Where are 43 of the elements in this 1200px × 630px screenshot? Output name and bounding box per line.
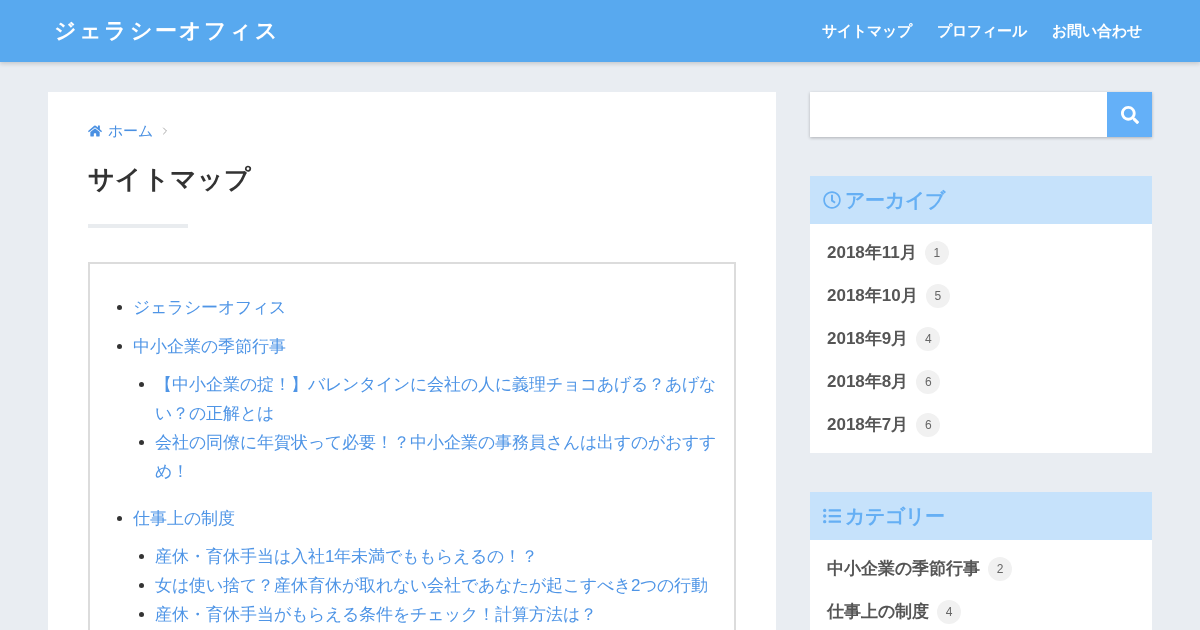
bullet-icon xyxy=(117,344,122,349)
bullet-icon xyxy=(117,516,122,521)
count-badge: 4 xyxy=(916,326,941,351)
count-badge: 5 xyxy=(925,283,950,308)
count-badge: 4 xyxy=(937,599,961,624)
sitemap-link[interactable]: 女は使い捨て？産休育休が取れない会社であなたが起こすべき2つの行動 xyxy=(155,571,718,600)
page-title: サイトマップ xyxy=(88,163,253,196)
bullet-icon xyxy=(139,554,144,559)
home-icon xyxy=(88,124,102,138)
widget-title: アーカイブ xyxy=(845,187,945,213)
bullet-icon xyxy=(139,382,144,387)
bullet-icon xyxy=(139,583,144,588)
sitemap-link[interactable]: 産休・育休手当は入社1年未満でももらえるの！？ xyxy=(155,542,718,571)
sitemap-link[interactable]: 会社の同僚に年賀状って必要！？中小企業の事務員さんは出すのがおすすめ！ xyxy=(155,428,718,486)
bullet-icon xyxy=(117,305,122,310)
nav-link[interactable]: お問い合わせ xyxy=(1052,21,1142,41)
archive-link[interactable]: 2018年7月 xyxy=(827,413,909,436)
search-button[interactable] xyxy=(1107,92,1152,137)
search-icon xyxy=(1120,105,1139,124)
nav-link[interactable]: プロフィール xyxy=(937,21,1027,41)
bullet-icon xyxy=(139,440,144,445)
archive-link[interactable]: 2018年10月 xyxy=(827,284,918,307)
sitemap-link[interactable]: ジェラシーオフィス xyxy=(133,293,718,322)
archive-link[interactable]: 2018年9月 xyxy=(827,327,909,350)
site-logo[interactable]: ジェラシーオフィス xyxy=(54,16,280,46)
sitemap-link[interactable]: 仕事上の制度 xyxy=(133,504,718,533)
bullet-icon xyxy=(139,612,144,617)
count-badge: 6 xyxy=(916,369,941,394)
count-badge: 1 xyxy=(924,240,949,265)
breadcrumb-link[interactable]: ホーム xyxy=(108,121,153,141)
nav-link[interactable]: サイトマップ xyxy=(822,21,912,41)
sitemap-link[interactable]: 産休・育休手当がもらえる条件をチェック！計算方法は？ xyxy=(155,600,718,629)
sitemap-link[interactable]: 【中小企業の掟！】バレンタインに会社の人に義理チョコあげる？あげない？の正解とは xyxy=(155,370,718,428)
category-link[interactable]: 中小企業の季節行事 xyxy=(827,557,980,580)
count-badge: 6 xyxy=(916,412,941,437)
sitemap-link[interactable]: 中小企業の季節行事 xyxy=(133,332,718,361)
archive-link[interactable]: 2018年11月 xyxy=(827,241,917,264)
count-badge: 2 xyxy=(988,556,1012,581)
list-icon xyxy=(823,507,841,525)
category-link[interactable]: 仕事上の制度 xyxy=(827,600,929,623)
clock-icon xyxy=(823,191,841,209)
widget-title: カテゴリー xyxy=(845,503,945,529)
archive-link[interactable]: 2018年8月 xyxy=(827,370,909,393)
